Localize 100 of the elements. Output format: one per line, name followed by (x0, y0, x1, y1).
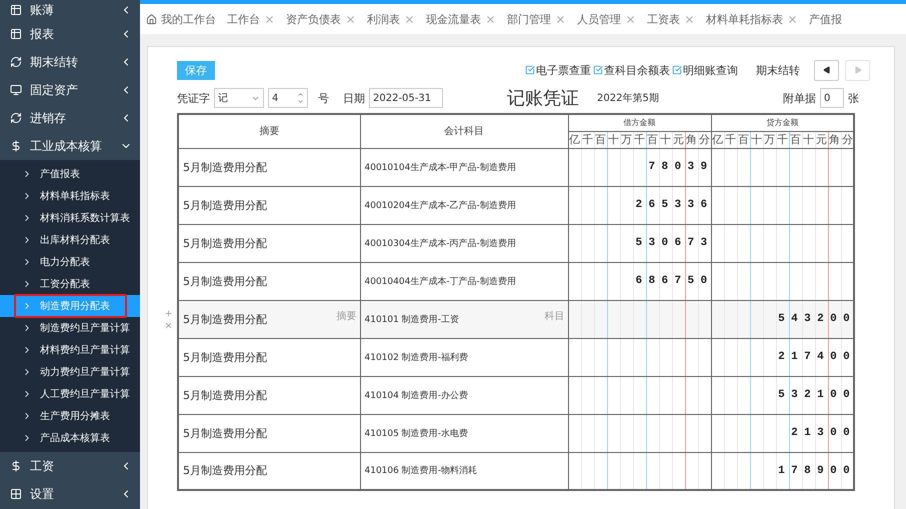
tab[interactable]: 现金流量表 (426, 12, 496, 26)
unit-header: 千 (776, 131, 789, 148)
unit-header: 十 (659, 131, 672, 148)
delete-row-icon[interactable] (164, 321, 172, 330)
submenu-item[interactable]: 材料消耗系数计算表 (0, 207, 140, 229)
account-text: 410101 制造费用-工资 (364, 314, 459, 324)
sidebar-item[interactable]: 固定资产 (0, 76, 140, 104)
debit-amount: 686750 (635, 275, 714, 287)
close-icon[interactable] (345, 14, 356, 24)
summary-cell[interactable]: 5月制造费用分配 (178, 186, 360, 224)
submenu-item[interactable]: 动力费约旦产量计算 (0, 361, 140, 383)
tab[interactable]: 资产负债表 (286, 12, 356, 26)
summary-cell[interactable]: 5月制造费用分配 (178, 338, 360, 376)
unit-header: 千 (581, 131, 594, 148)
unit-header: 万 (620, 131, 633, 148)
submenu-item[interactable]: 材料单耗指标表 (0, 185, 140, 207)
unit-header: 千 (633, 131, 646, 148)
summary-cell[interactable]: 5月制造费用分配 (178, 414, 360, 452)
close-icon[interactable] (684, 14, 695, 24)
submenu-item[interactable]: 产品成本核算表 (0, 427, 140, 449)
unit-header: 百 (789, 131, 802, 148)
period-close-label[interactable]: 期末结转 (756, 62, 800, 78)
close-icon[interactable] (787, 14, 798, 24)
submenu-item[interactable]: 制造费约旦产量计算 (0, 317, 140, 339)
voucher-word-select[interactable]: 记 (214, 88, 264, 108)
summary-text: 5月制造费用分配 (183, 198, 267, 212)
submenu-item[interactable]: 工资分配表 (0, 273, 140, 295)
query-link[interactable]: 电子票查重 (525, 62, 591, 78)
account-cell[interactable]: 40010104生产成本-甲产品-制造费用 (360, 148, 568, 186)
account-cell[interactable]: 40010304生产成本-丙产品-制造费用 (360, 224, 568, 262)
account-cell[interactable]: 40010204生产成本-乙产品-制造费用 (360, 186, 568, 224)
summary-cell[interactable]: 5月制造费用分配 (178, 148, 360, 186)
sidebar-item[interactable]: 期末结转 (0, 48, 140, 76)
account-cell[interactable]: 410104 制造费用-办公费 (360, 376, 568, 414)
sidebar-item[interactable]: 设置 (0, 480, 140, 508)
close-icon[interactable] (555, 14, 566, 24)
tab[interactable]: 材料单耗指标表 (706, 12, 798, 26)
summary-text: 5月制造费用分配 (183, 388, 267, 402)
close-icon[interactable] (625, 14, 636, 24)
tab[interactable]: 我的工作台 (146, 12, 216, 26)
account-text: 410104 制造费用-办公费 (364, 390, 468, 400)
summary-cell[interactable]: 5月制造费用分配 (178, 376, 360, 414)
unit-header: 百 (737, 131, 750, 148)
summary-text: 5月制造费用分配 (183, 464, 267, 478)
tab[interactable]: 利润表 (367, 12, 415, 26)
unit-header: 十 (750, 131, 763, 148)
summary-cell[interactable]: 5月制造费用分配 (178, 262, 360, 300)
checkbox-icon (525, 65, 535, 75)
debit-amount: 265336 (635, 199, 714, 211)
account-cell[interactable]: 410105 制造费用-水电费 (360, 414, 568, 452)
close-icon[interactable] (404, 14, 415, 24)
menu-icon (10, 4, 22, 16)
summary-cell[interactable]: 5月制造费用分配 (178, 224, 360, 262)
account-text: 40010204生产成本-乙产品-制造费用 (364, 200, 516, 210)
unit-header: 角 (685, 131, 698, 148)
voucher-title: 记账凭证 (507, 87, 579, 110)
submenu-item[interactable]: 生产费用分摊表 (0, 405, 140, 427)
unit-header: 百 (646, 131, 659, 148)
voucher-number-field[interactable]: 4 (268, 88, 308, 108)
submenu-item[interactable]: 电力分配表 (0, 251, 140, 273)
summary-text: 5月制造费用分配 (183, 274, 267, 288)
query-link[interactable]: 查科目余额表 (593, 62, 670, 78)
account-cell[interactable]: 40010404生产成本-丁产品-制造费用 (360, 262, 568, 300)
account-hint: 科目 (544, 310, 564, 322)
sidebar-item[interactable]: 报表 (0, 20, 140, 48)
spinner-icon[interactable] (297, 91, 304, 105)
sidebar-item[interactable]: 工资 (0, 452, 140, 480)
unit-header: 百 (594, 131, 607, 148)
sidebar-item[interactable]: 账薄 (0, 0, 140, 20)
credit-amount: 543200 (778, 313, 856, 325)
query-link[interactable]: 明细账查询 (672, 62, 738, 78)
sidebar-item[interactable]: 工业成本核算 (0, 132, 140, 160)
credit-amount: 178900 (778, 464, 856, 477)
account-cell[interactable]: 410101 制造费用-工资 科目 (360, 300, 568, 338)
date-field[interactable]: 2022-05-31 (369, 88, 443, 108)
add-row-icon[interactable] (164, 309, 172, 318)
tab[interactable]: 工资表 (647, 12, 695, 26)
tab[interactable]: 工作台 (227, 12, 275, 26)
submenu-item[interactable]: 材料费约旦产量计算 (0, 339, 140, 361)
submenu-item[interactable]: 产值报表 (0, 163, 140, 185)
tab[interactable]: 部门管理 (507, 12, 566, 26)
credit-amount: 532100 (778, 389, 856, 401)
previous-button[interactable] (814, 60, 839, 80)
tab[interactable]: 人员管理 (577, 12, 636, 26)
summary-text: 5月制造费用分配 (183, 426, 267, 440)
summary-cell[interactable]: 5月制造费用分配 摘要 (178, 300, 360, 338)
voucher-word-label: 凭证字 (177, 90, 210, 106)
submenu-item[interactable]: 人工费约旦产量计算 (0, 383, 140, 405)
tab[interactable]: 产值报 (809, 12, 842, 26)
unit-header: 万 (763, 131, 776, 148)
close-icon[interactable] (485, 14, 496, 24)
attachments-label: 附单据 (783, 90, 816, 106)
menu-icon (10, 112, 22, 124)
submenu-item[interactable]: 出库材料分配表 (0, 229, 140, 251)
account-cell[interactable]: 410102 制造费用-福利费 (360, 338, 568, 376)
credit-amount: 217400 (778, 351, 856, 363)
attachments-field[interactable]: 0 (820, 88, 844, 108)
close-icon[interactable] (264, 14, 275, 24)
account-text: 40010404生产成本-丁产品-制造费用 (364, 276, 516, 286)
sidebar-item[interactable]: 进销存 (0, 104, 140, 132)
